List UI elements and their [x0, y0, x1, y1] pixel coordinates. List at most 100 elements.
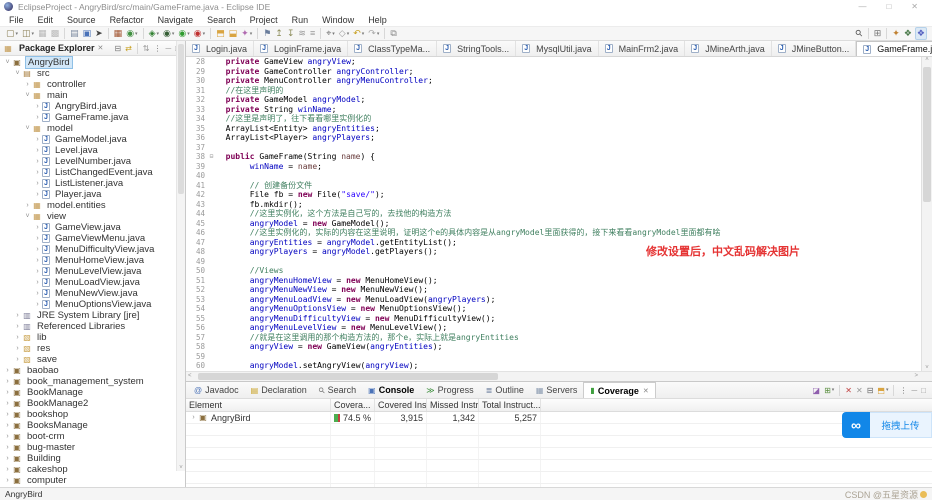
tree-item[interactable]: ˅▣AngryBird: [0, 57, 185, 68]
close-window-button[interactable]: ✕: [911, 2, 918, 11]
tree-item[interactable]: ›JMenuLevelView.java: [0, 266, 185, 277]
tree-item[interactable]: ›JLevel.java: [0, 145, 185, 156]
editor-tab-loginframejava[interactable]: JLoginFrame.java: [254, 41, 348, 56]
collapsed-arrow-icon[interactable]: ›: [13, 323, 22, 330]
code-text[interactable]: angryPlayers = angryModel.getPlayers();: [216, 247, 438, 257]
collapsed-arrow-icon[interactable]: ›: [13, 345, 22, 352]
code-text[interactable]: //这里是声明了，往下看看哪里实例化的: [216, 114, 371, 124]
code-text[interactable]: ArrayList<Entity> angryEntities;: [216, 124, 380, 134]
editor-tab-jminearthjava[interactable]: JJMineArth.java: [685, 41, 772, 56]
profile-button[interactable]: ◉▾: [193, 27, 206, 40]
code-text[interactable]: //这里实例化，这个方法是自己写的，去找他的构造方法: [216, 209, 451, 219]
column-header-0[interactable]: Element: [186, 399, 331, 411]
back-button[interactable]: ↶▾: [352, 27, 365, 40]
code-text[interactable]: angryEntities = angryModel.getEntityList…: [216, 238, 457, 248]
code-text[interactable]: //就是在这里调用的那个构造方法的，那个e，实际上就是angryEntities: [216, 333, 519, 343]
tree-item[interactable]: ›▧save: [0, 354, 185, 365]
collapsed-arrow-icon[interactable]: ›: [33, 180, 42, 187]
menu-window[interactable]: Window: [315, 15, 361, 25]
editor-vscroll-thumb[interactable]: [923, 67, 931, 202]
column-header-1[interactable]: Covera...: [331, 399, 375, 411]
code-text[interactable]: private GameModel angryModel;: [216, 95, 365, 105]
close-icon[interactable]: ✕: [643, 387, 649, 395]
collapse-all-button[interactable]: ⊟: [113, 42, 122, 55]
collapsed-arrow-icon[interactable]: ›: [33, 257, 42, 264]
column-header-4[interactable]: Total Instruct...: [479, 399, 541, 411]
quick-access-button[interactable]: ✦▾: [240, 27, 253, 40]
code-text[interactable]: angryView = new GameView(angryEntities);: [216, 342, 442, 352]
collapsed-arrow-icon[interactable]: ›: [33, 158, 42, 165]
collapsed-arrow-icon[interactable]: ›: [33, 268, 42, 275]
menu-source[interactable]: Source: [60, 15, 103, 25]
editor-tab-classtypema[interactable]: JClassTypeMa...: [348, 41, 437, 56]
collapsed-arrow-icon[interactable]: ›: [33, 103, 42, 110]
collapsed-arrow-icon[interactable]: ›: [3, 389, 12, 396]
coverage-button[interactable]: ◈▾: [148, 27, 160, 40]
code-editor[interactable]: 28 private GameView angryView;29 private…: [186, 57, 932, 371]
tree-item[interactable]: ›JListListener.java: [0, 178, 185, 189]
tree-item[interactable]: ›▥Referenced Libraries: [0, 321, 185, 332]
launch-coverage-button[interactable]: ⊞▾: [823, 384, 835, 397]
run-button[interactable]: ◉▾: [177, 27, 190, 40]
code-text[interactable]: public GameFrame(String name) {: [216, 152, 375, 162]
link-with-editor-button[interactable]: ⇄: [124, 42, 133, 55]
java-perspective-button[interactable]: ❖: [915, 27, 927, 40]
tree-item[interactable]: ˅▦view: [0, 211, 185, 222]
code-text[interactable]: angryMenuLoadView = new MenuLoadView(ang…: [216, 295, 495, 305]
tree-item[interactable]: ›▧res: [0, 343, 185, 354]
tree-item[interactable]: ›JListChangedEvent.java: [0, 167, 185, 178]
code-text[interactable]: angryMenuLevelView = new MenuLevelView()…: [216, 323, 447, 333]
minimize-view-button[interactable]: ─: [910, 384, 918, 397]
code-text[interactable]: private GameController angryController;: [216, 67, 414, 77]
menu-run[interactable]: Run: [285, 15, 316, 25]
tree-item[interactable]: ›▣BooksManage: [0, 420, 185, 431]
view-menu-button[interactable]: ⋮: [152, 42, 162, 55]
minimize-window-button[interactable]: —: [858, 2, 866, 11]
column-header-3[interactable]: Missed Instr...: [427, 399, 479, 411]
panel-tab-console[interactable]: ▣Console: [362, 382, 420, 398]
console-button[interactable]: ▣: [82, 27, 93, 40]
tree-item[interactable]: ›▣baobao: [0, 365, 185, 376]
panel-tab-declaration[interactable]: ▤Declaration: [245, 382, 313, 398]
tree-item[interactable]: ›JMenuLoadView.java: [0, 277, 185, 288]
collapsed-arrow-icon[interactable]: ›: [3, 477, 12, 484]
tree-item[interactable]: ›▣book_management_system: [0, 376, 185, 387]
pin-editor-button[interactable]: ◇▾: [338, 27, 350, 40]
open-editor-button[interactable]: ⧉: [389, 27, 397, 40]
print-button[interactable]: ▤: [69, 27, 80, 40]
collapsed-arrow-icon[interactable]: ›: [23, 202, 32, 209]
next-annotation-button[interactable]: ↧: [286, 27, 296, 40]
panel-tab-outline[interactable]: ≣Outline: [480, 382, 530, 398]
scroll-up-icon[interactable]: ˄: [922, 57, 932, 63]
code-text[interactable]: private MenuController angryMenuControll…: [216, 76, 433, 86]
new-menu-button[interactable]: ◫▾: [21, 27, 35, 40]
tree-item[interactable]: ›▣BookManage: [0, 387, 185, 398]
editor-hscroll-thumb[interactable]: [198, 373, 498, 380]
tree-item[interactable]: ›JMenuDifficultyView.java: [0, 244, 185, 255]
tree-item[interactable]: ˅▦main: [0, 90, 185, 101]
editor-tab-mysqlutiljava[interactable]: JMysqlUtil.java: [516, 41, 599, 56]
tree-item[interactable]: ›JGameFrame.java: [0, 112, 185, 123]
open-perspective-button[interactable]: ⊞: [873, 27, 883, 40]
collapsed-arrow-icon[interactable]: ›: [33, 246, 42, 253]
collapsed-arrow-icon[interactable]: ›: [33, 301, 42, 308]
tree-item[interactable]: ›JGameViewMenu.java: [0, 233, 185, 244]
open-resource-button[interactable]: ⬓: [228, 27, 239, 40]
tree-item[interactable]: ›▣BookManage2: [0, 398, 185, 409]
open-folder-button[interactable]: ⬒: [215, 27, 226, 40]
new-class-button[interactable]: ◉▾: [125, 27, 138, 40]
forward-button[interactable]: ↷▾: [367, 27, 380, 40]
tree-item[interactable]: ›JAngryBird.java: [0, 101, 185, 112]
code-text[interactable]: private GameView angryView;: [216, 57, 356, 67]
new-button[interactable]: ▢▾: [5, 27, 19, 40]
collapsed-arrow-icon[interactable]: ›: [3, 411, 12, 418]
upload-widget[interactable]: ∞ 拖拽上传: [842, 412, 932, 438]
maximize-view-button[interactable]: □: [920, 384, 927, 397]
editor-tab-loginjava[interactable]: JLogin.java: [186, 41, 254, 56]
panel-tab-search[interactable]: ⚲Search: [313, 382, 362, 398]
expanded-arrow-icon[interactable]: ˅: [3, 59, 12, 66]
collapsed-arrow-icon[interactable]: ›: [13, 312, 22, 319]
jee-perspective-button[interactable]: ✦: [891, 27, 901, 40]
collapsed-arrow-icon[interactable]: ›: [33, 235, 42, 242]
coverage-session-button[interactable]: ◪: [812, 384, 822, 397]
